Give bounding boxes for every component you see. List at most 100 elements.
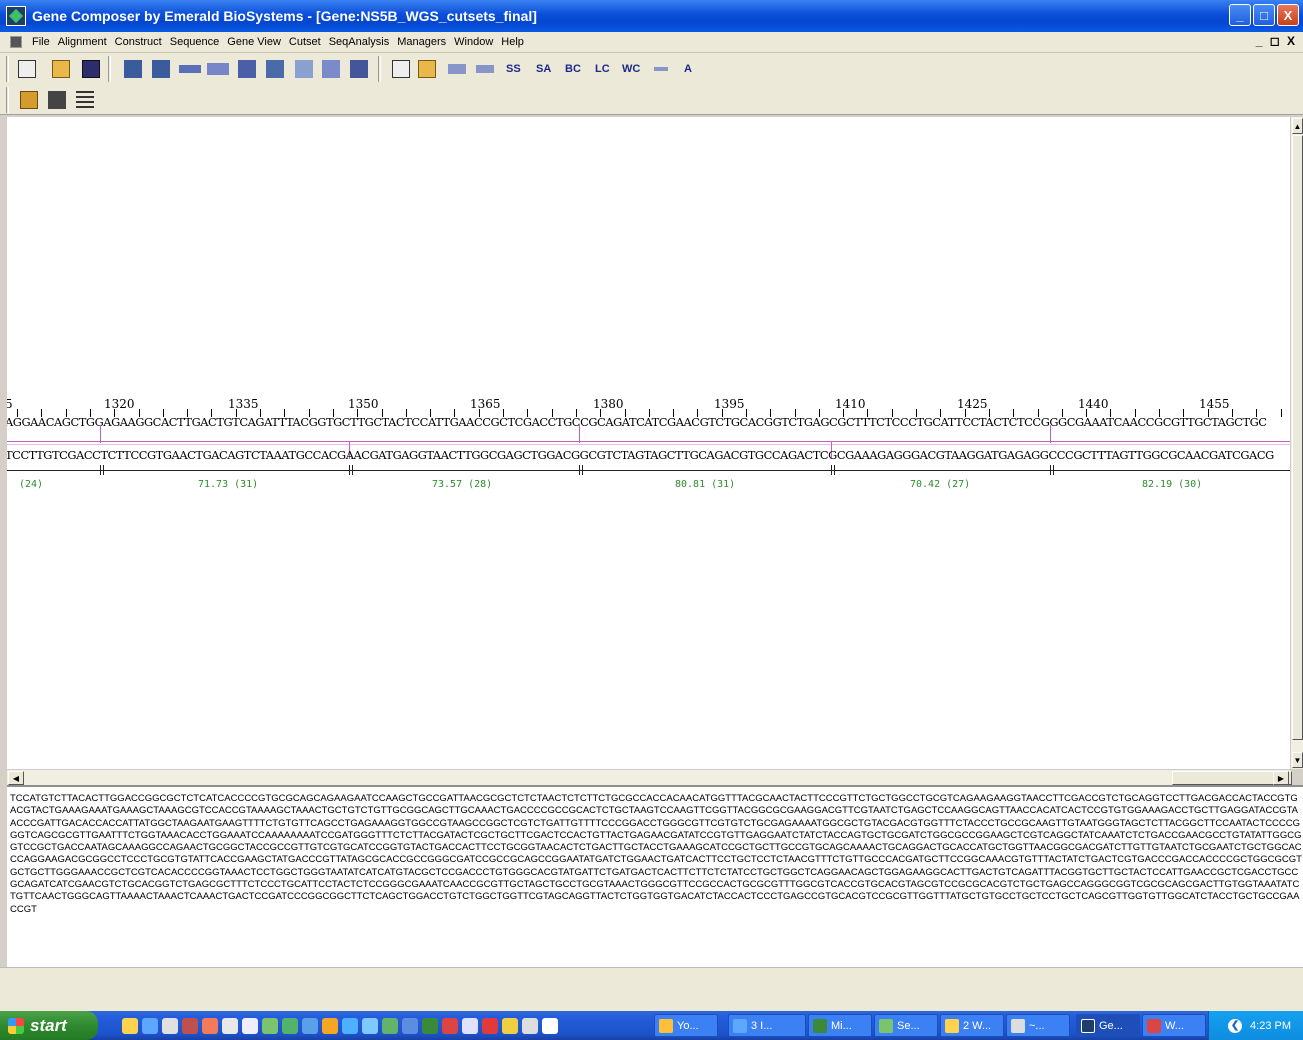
app-icon[interactable] (302, 1017, 318, 1034)
primer-icon[interactable] (446, 57, 468, 81)
bar-icon[interactable] (650, 57, 672, 81)
scroll-left-arrow[interactable]: ◀ (8, 771, 24, 785)
sa-button[interactable]: SA (536, 57, 551, 81)
construct-icon[interactable] (236, 57, 258, 81)
toolbar-grip (6, 87, 9, 113)
mdi-controls[interactable]: _ ◻ X (1256, 34, 1297, 48)
oligo-tm-label[interactable]: 80.81 (31) (675, 479, 735, 490)
scroll-right-arrow[interactable]: ▶ (1273, 771, 1289, 785)
align-icon[interactable] (206, 57, 230, 81)
report-icon[interactable] (390, 57, 412, 81)
lc-button[interactable]: LC (595, 57, 610, 81)
oligo-icon[interactable] (474, 57, 496, 81)
wc-button[interactable]: WC (622, 57, 640, 81)
app-icon[interactable] (202, 1017, 218, 1034)
a-button[interactable]: A (684, 57, 692, 81)
reverse-translate-icon[interactable] (150, 57, 172, 81)
stack-icon[interactable] (348, 57, 370, 81)
minimize-button[interactable]: _ (1229, 4, 1251, 26)
tree-icon[interactable] (293, 57, 315, 81)
app-icon[interactable] (282, 1017, 298, 1034)
app-icon[interactable] (162, 1017, 178, 1034)
document-icon[interactable] (10, 36, 22, 48)
app-icon[interactable] (222, 1017, 238, 1034)
app-icon[interactable] (6, 6, 26, 26)
scroll-thumb[interactable] (1292, 135, 1303, 740)
oligo-tm-label[interactable]: (24) (19, 479, 43, 490)
oligo-tm-label[interactable]: 70.42 (27) (910, 479, 970, 490)
oligo-track (7, 470, 1290, 471)
fragment-icon[interactable] (264, 57, 286, 81)
oligo-tm-label[interactable]: 73.57 (28) (432, 479, 492, 490)
app-icon (659, 1018, 673, 1033)
sequence-view[interactable]: 5 1320 1335 1350 1365 1380 1395 1410 142… (7, 117, 1290, 769)
taskbar-button[interactable]: W... (1142, 1014, 1206, 1037)
taskbar-button[interactable]: Se... (874, 1014, 938, 1037)
app-icon[interactable] (362, 1017, 378, 1034)
ss-button[interactable]: SS (506, 57, 521, 81)
scroll-down-arrow[interactable]: ▼ (1292, 752, 1303, 768)
properties-icon[interactable] (16, 57, 38, 81)
taskbar: start Yo... 3 I... Mi... Se... 2 W... ~.… (0, 1011, 1303, 1040)
bc-button[interactable]: BC (565, 57, 581, 81)
start-button[interactable]: start (0, 1011, 98, 1040)
menu-seqanalysis[interactable]: SeqAnalysis (325, 36, 394, 48)
app-icon[interactable] (322, 1017, 338, 1034)
oligo-tm-label[interactable]: 82.19 (30) (1142, 479, 1202, 490)
app-icon[interactable] (442, 1017, 458, 1034)
app-icon[interactable] (262, 1017, 278, 1034)
translate-icon[interactable] (122, 57, 144, 81)
menu-help[interactable]: Help (497, 36, 528, 48)
app-icon[interactable] (342, 1017, 358, 1034)
scroll-up-arrow[interactable]: ▲ (1292, 118, 1303, 134)
oligo-tm-label[interactable]: 71.73 (31) (198, 479, 258, 490)
top-strand[interactable]: AGGAACAGCTGGAGAAGGCACTTGACTGTCAGATTTACGG… (7, 415, 1290, 429)
save-icon[interactable] (80, 57, 102, 81)
dna-strand-icon[interactable] (178, 57, 202, 81)
bottom-strand[interactable]: TCCTTGTCGACCTCTTCCGTGAACTGACAGTCTAAATGCC… (7, 448, 1290, 462)
tray-expand-icon[interactable]: ❮ (1228, 1018, 1243, 1033)
app-icon[interactable] (522, 1017, 538, 1034)
close-button[interactable]: X (1277, 4, 1299, 26)
open-folder-icon[interactable] (416, 57, 438, 81)
menu-construct[interactable]: Construct (111, 36, 166, 48)
taskbar-button-active[interactable]: Ge... (1076, 1014, 1140, 1037)
app-icon (813, 1018, 827, 1033)
desktop-icon[interactable] (122, 1017, 138, 1034)
clock[interactable]: 4:23 PM (1250, 1020, 1291, 1032)
menu-window[interactable]: Window (450, 36, 497, 48)
app-icon[interactable] (462, 1017, 478, 1034)
system-tray: ❮ 4:23 PM (1208, 1011, 1303, 1040)
app-icon[interactable] (482, 1017, 498, 1034)
taskbar-button[interactable]: Yo... (654, 1014, 718, 1037)
browser-icon[interactable] (142, 1017, 158, 1034)
maximize-button[interactable]: □ (1253, 4, 1275, 26)
fill-block-icon[interactable] (46, 88, 68, 112)
blocks-icon[interactable] (320, 57, 342, 81)
horizontal-scrollbar[interactable]: ◀ ▶ (7, 769, 1292, 785)
menu-file[interactable]: File (28, 36, 54, 48)
app-icon[interactable] (402, 1017, 418, 1034)
open-icon[interactable] (50, 57, 72, 81)
taskbar-button[interactable]: 2 W... (940, 1014, 1004, 1037)
vertical-scrollbar[interactable]: ▲ ▼ (1290, 117, 1303, 769)
taskbar-button[interactable]: ~... (1006, 1014, 1070, 1037)
menu-cutset[interactable]: Cutset (285, 36, 325, 48)
taskbar-button[interactable]: 3 I... (728, 1014, 806, 1037)
raw-sequence-panel[interactable]: TCCATGTCTTACACTTGGACCGGCGCTCTCATCACCCCGT… (7, 785, 1303, 967)
open-book-icon[interactable] (18, 88, 40, 112)
app-icon[interactable] (242, 1017, 258, 1034)
app-icon[interactable] (422, 1017, 438, 1034)
list-icon[interactable] (74, 88, 96, 112)
app-icon[interactable] (502, 1017, 518, 1034)
menu-gene-view[interactable]: Gene View (223, 36, 285, 48)
app-icon[interactable] (182, 1017, 198, 1034)
menu-alignment[interactable]: Alignment (54, 36, 111, 48)
menu-managers[interactable]: Managers (393, 36, 450, 48)
app-icon[interactable] (382, 1017, 398, 1034)
oligo-boundary (1050, 465, 1051, 475)
app-icon[interactable] (542, 1017, 558, 1034)
menu-sequence[interactable]: Sequence (166, 36, 224, 48)
start-label: start (30, 1015, 67, 1035)
taskbar-button[interactable]: Mi... (808, 1014, 872, 1037)
